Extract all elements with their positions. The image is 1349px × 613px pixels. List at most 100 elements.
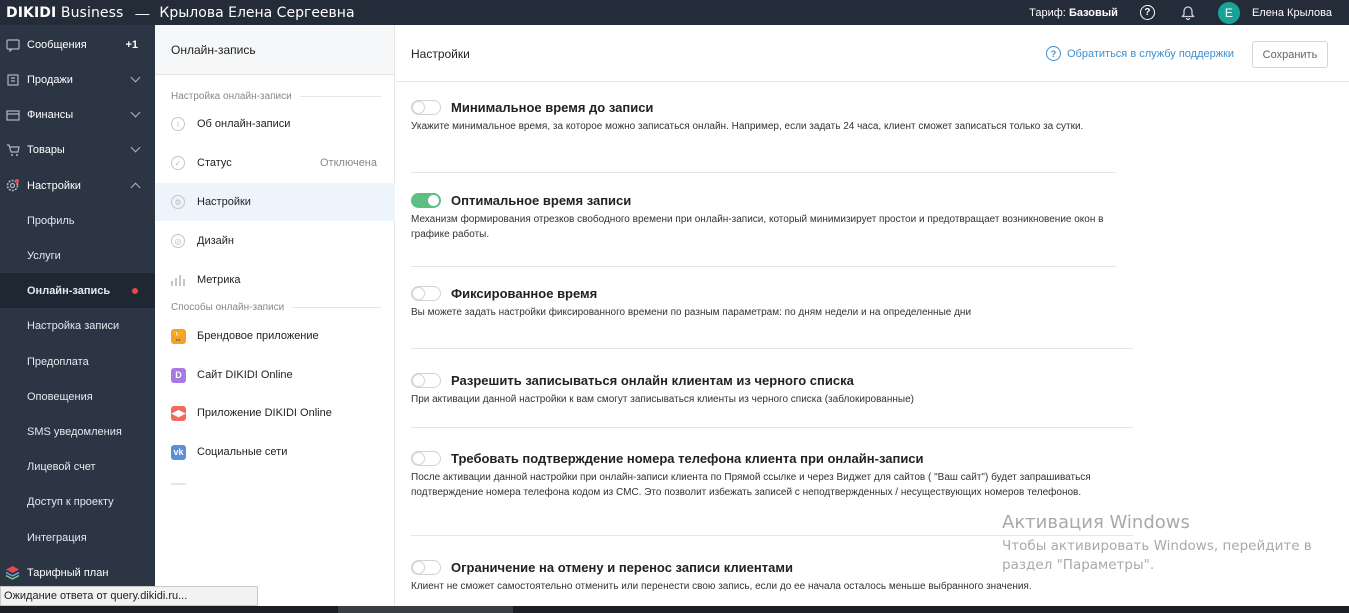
group-title-settings: Настройка онлайн-записи [171, 91, 381, 102]
sidebar-item-label: Услуги [27, 249, 61, 262]
panel-item-about[interactable]: i Об онлайн-записи [155, 105, 395, 143]
sidebar-item-label: Лицевой счет [27, 460, 96, 473]
sidebar-sub-notifications[interactable]: Оповещения [0, 379, 155, 414]
sidebar-sub-profile[interactable]: Профиль [0, 203, 155, 238]
sidebar-sub-services[interactable]: Услуги [0, 238, 155, 273]
browser-status-bar: Ожидание ответа от query.dikidi.ru... [0, 586, 258, 606]
divider [411, 427, 1133, 428]
cart-icon [5, 142, 20, 157]
panel-item-metrics[interactable]: Метрика [155, 261, 395, 299]
tariff-value: Базовый [1068, 6, 1118, 19]
save-button[interactable]: Сохранить [1252, 41, 1328, 68]
toggle-switch[interactable] [411, 451, 441, 466]
support-link[interactable]: ? Обратиться в службу поддержки [1046, 46, 1234, 61]
main-header: Настройки ? Обратиться в службу поддержки… [396, 25, 1349, 82]
taskbar-strip [0, 606, 1349, 613]
sidebar-sub-access[interactable]: Доступ к проекту [0, 484, 155, 519]
question-icon: ? [1046, 46, 1061, 61]
divider [411, 348, 1133, 349]
online-booking-panel: Онлайн-запись Настройка онлайн-записи i … [155, 25, 395, 606]
sidebar-item-plan[interactable]: Тарифный план [0, 555, 155, 590]
sidebar-sub-online-booking[interactable]: Онлайн-запись [0, 273, 155, 308]
sidebar-item-messages[interactable]: Сообщения +1 [0, 27, 155, 62]
sidebar-sub-integration[interactable]: Интеграция [0, 520, 155, 555]
divider [411, 266, 1116, 267]
panel-item-label: Социальные сети [197, 446, 288, 458]
sidebar-item-label: Товары [27, 143, 65, 156]
help-icon[interactable]: ? [1139, 5, 1155, 20]
toggle-switch[interactable] [411, 373, 441, 388]
panel-item-label: Статус [197, 157, 232, 169]
sidebar-item-label: Тарифный план [27, 566, 109, 579]
tariff-label: Тариф: [1029, 6, 1066, 19]
setting-description: Клиент не сможет самостоятельно отменить… [411, 581, 1032, 592]
chevron-up-icon [130, 182, 141, 193]
info-icon: i [171, 117, 185, 131]
sidebar-item-sales[interactable]: Продажи [0, 62, 155, 97]
sidebar-sub-prepayment[interactable]: Предоплата [0, 344, 155, 379]
divider [411, 172, 1116, 173]
setting-description: Механизм формирования отрезков свободног… [411, 214, 1104, 240]
page-title: Настройки [411, 47, 470, 61]
windows-watermark-title: Активация Windows [1002, 512, 1190, 533]
brand-logo[interactable]: DIKIDI Business [0, 5, 123, 21]
sidebar-item-label: Интеграция [27, 531, 87, 544]
palette-icon: ◎ [171, 234, 185, 248]
setting-description: При активации данной настройки к вам смо… [411, 394, 914, 405]
top-right-area: Тариф: Базовый ? Е Елена Крылова [1029, 0, 1349, 25]
panel-item-settings[interactable]: ⚙ Настройки [155, 183, 395, 221]
toggle-switch[interactable] [411, 286, 441, 301]
sidebar-item-label: Онлайн-запись [27, 284, 111, 297]
tariff-info[interactable]: Тариф: Базовый [1029, 7, 1118, 19]
toggle-switch[interactable] [411, 193, 441, 208]
sidebar-item-goods[interactable]: Товары [0, 132, 155, 167]
panel-item-brand-app[interactable]: 🏆 Брендовое приложение [155, 317, 395, 355]
chevron-down-icon [130, 72, 141, 83]
messages-icon [5, 37, 20, 52]
sidebar-sub-booking-settings[interactable]: Настройка записи [0, 308, 155, 343]
trophy-icon: 🏆 [171, 328, 186, 344]
status-value: Отключена [320, 157, 377, 169]
setting-title: Минимальное время до записи [451, 100, 654, 115]
sidebar-item-label: Продажи [27, 73, 73, 86]
dikidi-d-icon: D [171, 367, 186, 383]
sidebar-sub-sms[interactable]: SMS уведомления [0, 414, 155, 449]
panel-item-site[interactable]: D Сайт DIKIDI Online [155, 356, 395, 394]
avatar[interactable]: Е [1217, 1, 1240, 24]
setting-title: Ограничение на отмену и перенос записи к… [451, 560, 793, 575]
panel-item-design[interactable]: ◎ Дизайн [155, 222, 395, 260]
title-separator: — [135, 4, 150, 21]
main-content: Настройки ? Обратиться в службу поддержки… [396, 25, 1349, 606]
panel-item-status[interactable]: ✓ Статус Отключена [155, 144, 395, 182]
user-name[interactable]: Елена Крылова [1252, 7, 1332, 19]
finance-icon [5, 107, 20, 122]
chevron-down-icon [130, 142, 141, 153]
gear-icon [5, 178, 20, 193]
sales-icon [5, 72, 20, 87]
toggle-switch[interactable] [411, 100, 441, 115]
group-title-text: Способы онлайн-записи [171, 302, 285, 313]
sidebar-item-label: Доступ к проекту [27, 495, 114, 508]
panel-item-social[interactable]: vk Социальные сети [155, 433, 395, 471]
sidebar-item-label: Оповещения [27, 390, 93, 403]
panel-item-label: Метрика [197, 274, 241, 286]
taskbar-segment [338, 606, 513, 613]
group-title-text: Настройка онлайн-записи [171, 91, 292, 102]
bell-icon[interactable] [1180, 5, 1196, 21]
panel-item-label: Брендовое приложение [197, 330, 319, 342]
sidebar-item-finance[interactable]: Финансы [0, 97, 155, 132]
panel-item-label: Сайт DIKIDI Online [197, 369, 293, 381]
group-title-methods: Способы онлайн-записи [171, 302, 381, 313]
toggle-switch[interactable] [411, 560, 441, 575]
sidebar-sub-account[interactable]: Лицевой счет [0, 449, 155, 484]
divider [292, 307, 381, 308]
sidebar-item-settings[interactable]: Настройки [0, 168, 155, 203]
sidebar-item-label: Предоплата [27, 355, 89, 368]
sidebar-item-label: Финансы [27, 108, 74, 121]
panel-item-app[interactable]: ◀▶ Приложение DIKIDI Online [155, 394, 395, 432]
setting-title: Оптимальное время записи [451, 193, 632, 208]
sidebar: Сообщения +1 Продажи Финансы Товары Наст… [0, 25, 155, 613]
panel-item-label: Приложение DIKIDI Online [197, 407, 332, 419]
windows-watermark-text: Чтобы активировать Windows, перейдите в … [1002, 538, 1312, 573]
panel-item-label: Об онлайн-записи [197, 118, 291, 130]
